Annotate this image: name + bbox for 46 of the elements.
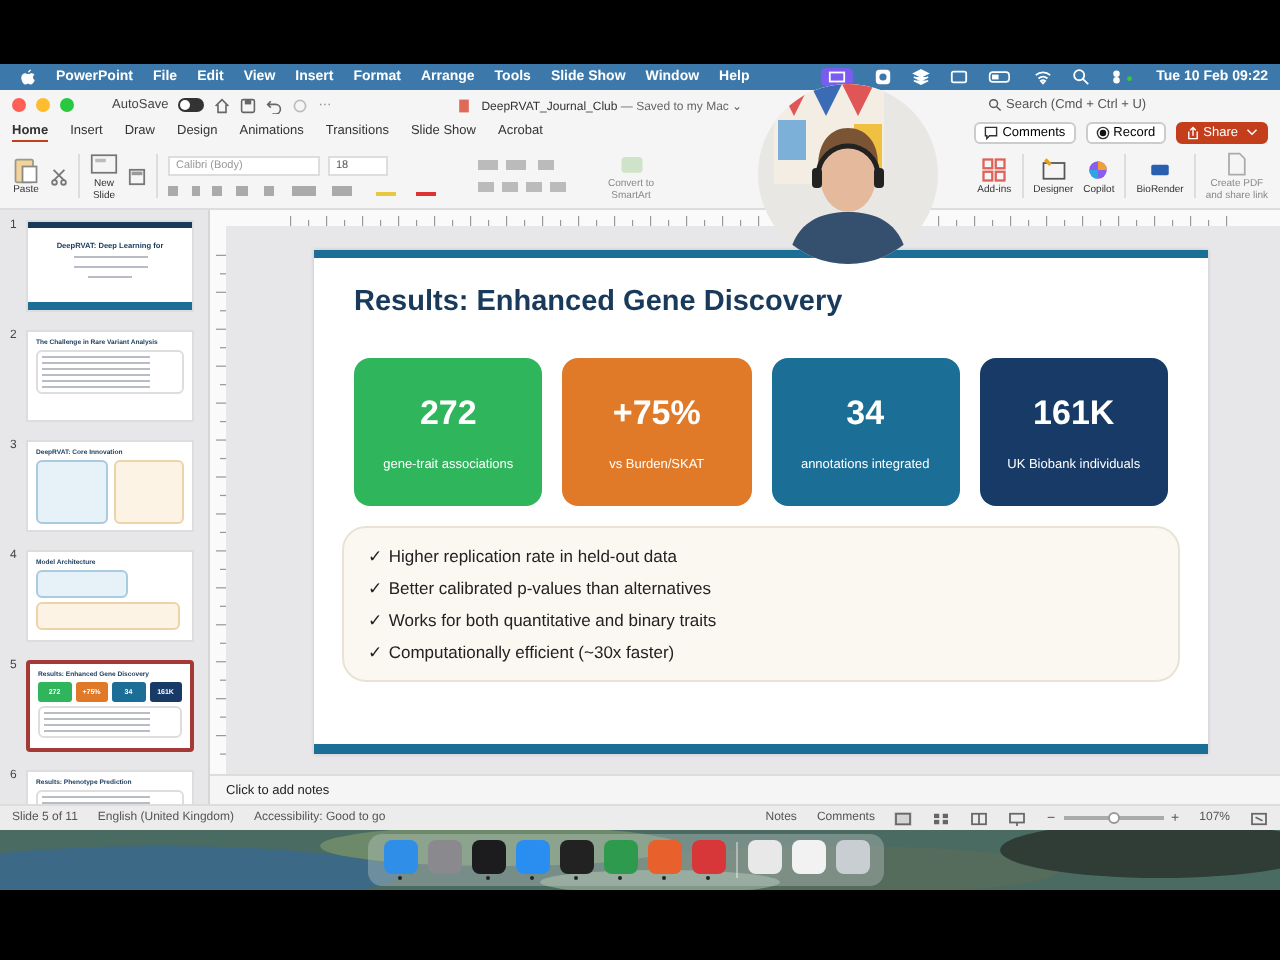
- bullet-text: ✓ Better calibrated p-values than alternatives: [368, 576, 713, 600]
- app-icon[interactable]: [559, 840, 593, 874]
- battery-icon[interactable]: [988, 68, 1015, 86]
- apple-icon[interactable]: [20, 68, 36, 86]
- caret-icon: [1246, 128, 1258, 136]
- clipboard-icon: [12, 155, 40, 184]
- bullet-text: ✓ Higher replication rate in held-out data: [368, 544, 679, 568]
- stat-value: 34: [846, 393, 885, 433]
- speech-bubble-icon: [984, 125, 999, 139]
- wifi-icon[interactable]: [1034, 68, 1053, 86]
- share-icon: [1185, 125, 1200, 139]
- reading-view-icon[interactable]: [970, 811, 989, 825]
- save-icon[interactable]: [240, 97, 257, 113]
- app-icon[interactable]: [747, 840, 781, 874]
- layers-icon[interactable]: [912, 68, 931, 86]
- bullet-text: ✓ Computationally efficient (~30x faster): [368, 640, 677, 664]
- document-icon: [455, 97, 472, 113]
- presenter-view-icon[interactable]: [1008, 811, 1027, 825]
- bullet-text: ✓ Works for both quantitative and binary traits: [368, 608, 719, 632]
- window-icon[interactable]: [950, 68, 969, 86]
- designer-icon: [1039, 155, 1068, 184]
- search-icon[interactable]: [1072, 68, 1091, 86]
- layout-icon[interactable]: [128, 167, 146, 185]
- grid-icon: [980, 155, 1009, 184]
- normal-view-icon[interactable]: [894, 811, 913, 825]
- app-icon[interactable]: [791, 840, 825, 874]
- stat-value: 272: [419, 393, 477, 433]
- cut-icon[interactable]: [50, 167, 68, 185]
- screen-share-icon[interactable]: [820, 68, 855, 86]
- pdf-document-icon: [1222, 150, 1251, 178]
- fit-to-window-icon[interactable]: [1250, 811, 1268, 825]
- close-button[interactable]: [12, 98, 26, 112]
- control-center-icon[interactable]: [1110, 68, 1137, 86]
- home-icon[interactable]: [214, 97, 231, 113]
- search-icon: [988, 98, 1002, 112]
- app-icon[interactable]: [471, 840, 505, 874]
- camera-icon[interactable]: [874, 68, 893, 86]
- record-icon: [1095, 125, 1110, 139]
- autosave-toggle[interactable]: [178, 98, 205, 112]
- stat-value: +75%: [612, 393, 701, 433]
- stat-value: 161K: [1033, 393, 1115, 433]
- slide-icon: [90, 150, 118, 178]
- grid-view-icon[interactable]: [932, 811, 951, 825]
- undo-icon[interactable]: [266, 97, 283, 113]
- slide-title: Results: Enhanced Gene Discovery: [354, 286, 845, 318]
- copilot-icon: [1084, 155, 1113, 184]
